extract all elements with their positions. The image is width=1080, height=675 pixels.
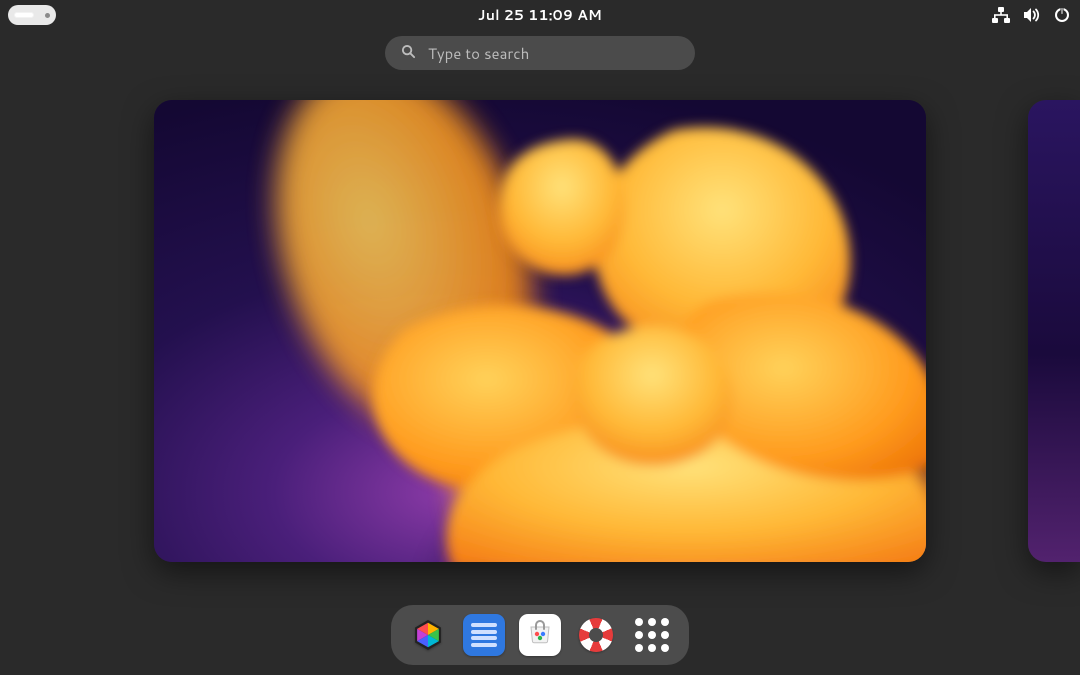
search-icon (401, 42, 416, 65)
dash (391, 605, 689, 665)
text-editor-icon (471, 620, 497, 650)
top-bar: Jul 25 11:09 AM (0, 0, 1080, 30)
app-text-editor[interactable] (463, 614, 505, 656)
system-tray[interactable] (992, 0, 1070, 30)
show-applications-button[interactable] (631, 614, 673, 656)
app-color-profiles[interactable] (407, 614, 449, 656)
workspace-thumbnail-current[interactable] (154, 100, 926, 562)
overview-search[interactable] (385, 36, 695, 70)
app-software[interactable] (519, 614, 561, 656)
network-wired-icon[interactable] (992, 7, 1010, 23)
life-ring-icon (574, 613, 618, 657)
clock[interactable]: Jul 25 11:09 AM (478, 5, 602, 25)
workspace-indicator-dot (45, 13, 50, 18)
app-help[interactable] (575, 614, 617, 656)
wallpaper-flower (154, 100, 926, 562)
search-input[interactable] (426, 42, 679, 65)
app-grid-icon (635, 618, 669, 652)
shopping-bag-icon (525, 617, 555, 653)
power-icon[interactable] (1054, 7, 1070, 23)
color-hexagon-icon (411, 618, 445, 652)
workspace-thumbnail-next[interactable] (1028, 100, 1080, 562)
workspace-switcher (0, 100, 1080, 570)
activities-button[interactable] (8, 5, 56, 25)
volume-icon[interactable] (1023, 7, 1041, 23)
